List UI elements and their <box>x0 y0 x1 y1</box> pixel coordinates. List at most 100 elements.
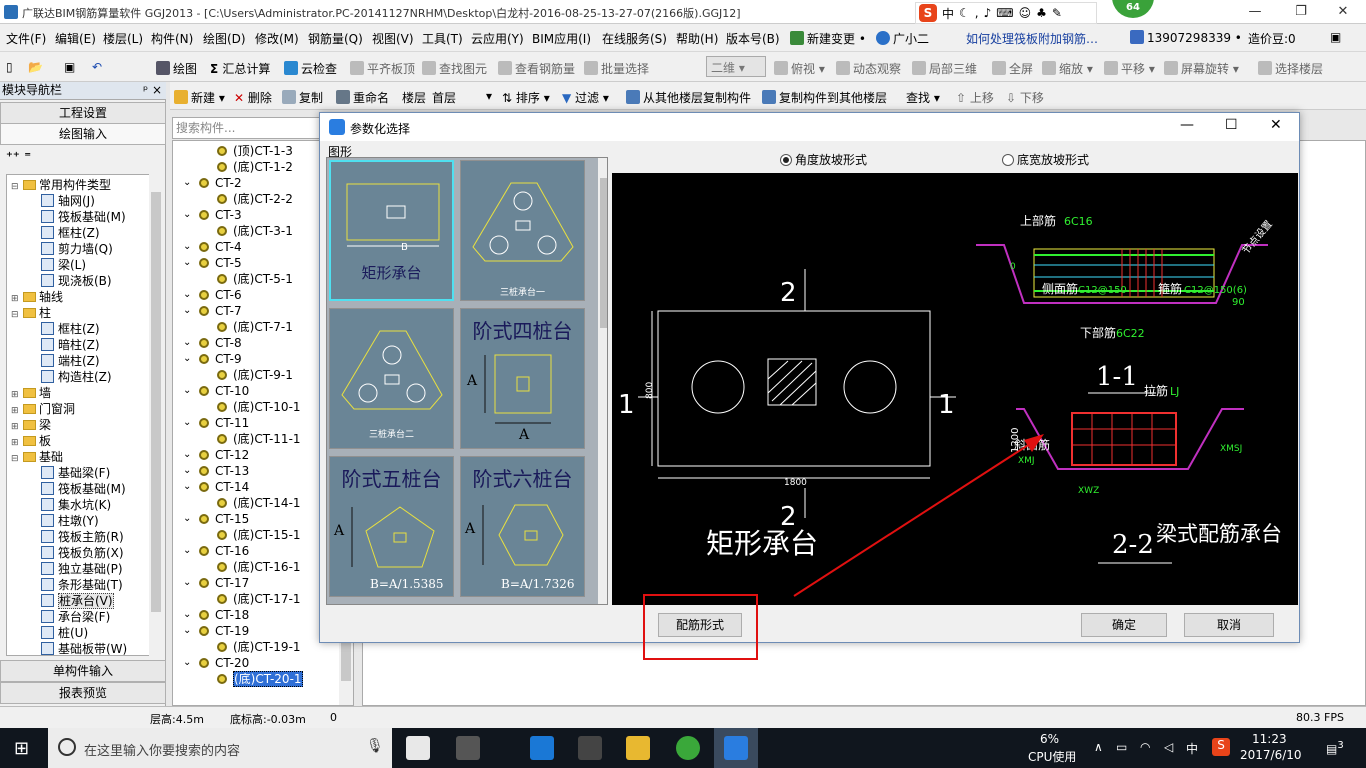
tree-item[interactable]: 筏板负筋(X) <box>41 545 124 561</box>
tree-item[interactable]: 暗柱(Z) <box>41 337 100 353</box>
rotate-button[interactable]: 屏幕旋转 ▾ <box>1164 60 1239 77</box>
zoom-button[interactable]: 缩放 ▾ <box>1042 60 1093 77</box>
menu-rebar[interactable]: 钢筋量(Q) <box>308 30 363 47</box>
keyboard-icon[interactable]: ⌨ <box>996 6 1013 20</box>
move-down-button[interactable]: ⇩ 下移 <box>1006 89 1044 106</box>
dialog-close-button[interactable]: ✕ <box>1270 117 1282 133</box>
collapse-chevron-icon[interactable]: ⌄ <box>183 575 191 591</box>
menu-view[interactable]: 视图(V) <box>372 30 414 47</box>
collapse-chevron-icon[interactable]: ⌄ <box>183 207 191 223</box>
volume-icon[interactable]: ◁ <box>1164 740 1173 754</box>
tree-item[interactable]: 框柱(Z) <box>41 321 100 337</box>
cloud-check-button[interactable]: 云检查 <box>284 60 337 77</box>
collapse-chevron-icon[interactable]: ⌄ <box>183 239 191 255</box>
close-button[interactable]: ✕ <box>1320 0 1366 24</box>
tree-folder[interactable]: ⊞ 墙 <box>11 385 51 401</box>
menu-tools[interactable]: 工具(T) <box>422 30 463 47</box>
minimize-button[interactable]: — <box>1232 0 1278 24</box>
view-mode-select[interactable]: 二维 ▾ <box>706 56 766 77</box>
component-list-item[interactable]: ⌄ CT-10 <box>183 383 249 399</box>
shape-card-four-pile[interactable]: 阶式四桩台 A A <box>460 308 585 449</box>
component-list-item[interactable]: ⌄ CT-2 <box>183 175 242 191</box>
tree-item[interactable]: 基础板带(W) <box>41 641 127 655</box>
component-list-item[interactable]: (底)CT-17-1 <box>217 591 301 607</box>
collapse-chevron-icon[interactable]: ⌄ <box>183 415 191 431</box>
flush-slab-button[interactable]: 平齐板顶 <box>350 60 415 77</box>
rename-button[interactable]: 重命名 <box>336 89 389 106</box>
menu-bim[interactable]: BIM应用(I) <box>532 30 591 47</box>
collapse-chevron-icon[interactable]: ⌄ <box>183 383 191 399</box>
floor-select[interactable]: 首层 ▾ <box>432 89 492 106</box>
comma-icon[interactable]: , <box>975 6 979 20</box>
component-list-item[interactable]: ⌄ CT-20 <box>183 655 249 671</box>
expand-collapse-icon[interactable]: ⁺⁺ ⁼ <box>6 150 31 165</box>
collapse-chevron-icon[interactable]: ⌄ <box>183 335 191 351</box>
collapse-chevron-icon[interactable]: ⌄ <box>183 543 191 559</box>
component-list-item[interactable]: ⌄ CT-3 <box>183 207 242 223</box>
component-list-item[interactable]: ⌄ CT-8 <box>183 335 242 351</box>
collapse-chevron-icon[interactable]: ⌄ <box>183 175 191 191</box>
tree-folder[interactable]: ⊞ 轴线 <box>11 289 63 305</box>
save-icon[interactable]: ▣ <box>64 60 75 74</box>
component-list-item[interactable]: (底)CT-9-1 <box>217 367 293 383</box>
copy-to-floor-button[interactable]: 复制构件到其他楼层 <box>762 89 887 106</box>
component-list-item[interactable]: ⌄ CT-4 <box>183 239 242 255</box>
collapse-chevron-icon[interactable]: ⌄ <box>183 447 191 463</box>
tree-item[interactable]: 条形基础(T) <box>41 577 123 593</box>
tree-item[interactable]: 轴网(J) <box>41 193 95 209</box>
edge-icon[interactable] <box>530 736 554 760</box>
store-icon[interactable] <box>578 736 602 760</box>
sort-button[interactable]: ⇅ 排序 ▾ <box>502 89 550 106</box>
menu-draw[interactable]: 绘图(D) <box>203 30 246 47</box>
component-list-item[interactable]: (底)CT-5-1 <box>217 271 293 287</box>
tree-item[interactable]: 框柱(Z) <box>41 225 100 241</box>
tree-toggle-icon[interactable]: ⊟ <box>11 307 20 323</box>
network-icon[interactable]: ▭ <box>1116 740 1127 754</box>
component-list-item[interactable]: (底)CT-2-2 <box>217 191 293 207</box>
tree-item[interactable]: 桩承台(V) <box>41 593 114 609</box>
tree-folder[interactable]: ⊞ 梁 <box>11 417 51 433</box>
collapse-chevron-icon[interactable]: ⌄ <box>183 479 191 495</box>
wrench-icon[interactable]: ✎ <box>1052 6 1062 20</box>
microphone-icon[interactable]: ♪ <box>984 6 992 20</box>
component-list-item[interactable]: ⌄ CT-13 <box>183 463 249 479</box>
gallery-scroll-thumb[interactable] <box>600 178 607 328</box>
delete-button[interactable]: ✕ 删除 <box>234 89 272 106</box>
project-settings-tab[interactable]: 工程设置 <box>0 102 166 124</box>
wifi-icon[interactable]: ◠ <box>1140 740 1150 754</box>
batch-select-button[interactable]: 批量选择 <box>584 60 649 77</box>
tree-item[interactable]: 集水坑(K) <box>41 497 111 513</box>
copy-button[interactable]: 复制 <box>282 89 323 106</box>
tree-item[interactable]: 筏板基础(M) <box>41 209 126 225</box>
sogou-tray-icon[interactable]: S <box>1212 738 1230 756</box>
menu-floor[interactable]: 楼层(L) <box>103 30 143 47</box>
menu-cloud[interactable]: 云应用(Y) <box>471 30 524 47</box>
draw-input-tab[interactable]: 绘图输入 <box>0 123 166 145</box>
component-list-item[interactable]: ⌄ CT-9 <box>183 351 242 367</box>
shape-card-three-pile-1[interactable]: 三桩承台一 <box>460 160 585 301</box>
nav-scroll-thumb[interactable] <box>151 192 161 612</box>
component-list-item[interactable]: (底)CT-14-1 <box>217 495 301 511</box>
collapse-chevron-icon[interactable]: ⌄ <box>183 463 191 479</box>
component-list-item[interactable]: ⌄ CT-5 <box>183 255 242 271</box>
draw-button[interactable]: 绘图 <box>156 60 197 77</box>
menu-version[interactable]: 版本号(B) <box>726 30 780 47</box>
component-list-item[interactable]: ⌄ CT-11 <box>183 415 249 431</box>
fullscreen-button[interactable]: 全屏 <box>992 60 1033 77</box>
report-preview-tab[interactable]: 报表预览 <box>0 682 166 704</box>
collapse-chevron-icon[interactable]: ⌄ <box>183 607 191 623</box>
tree-item[interactable]: 筏板基础(M) <box>41 481 126 497</box>
collapse-chevron-icon[interactable]: ⌄ <box>183 255 191 271</box>
component-list-item[interactable]: ⌄ CT-17 <box>183 575 249 591</box>
component-list-item[interactable]: (底)CT-10-1 <box>217 399 301 415</box>
menu-new-change[interactable]: 新建变更 • <box>790 30 866 47</box>
top-view-button[interactable]: 俯视 ▾ <box>774 60 825 77</box>
single-component-input-tab[interactable]: 单构件输入 <box>0 660 166 682</box>
menu-edit[interactable]: 编辑(E) <box>55 30 96 47</box>
local-3d-button[interactable]: 局部三维 <box>912 60 977 77</box>
maximize-button[interactable]: ❐ <box>1278 0 1324 24</box>
open-folder-icon[interactable]: 📂 <box>28 60 43 74</box>
collapse-chevron-icon[interactable]: ⌄ <box>183 655 191 671</box>
view-rebar-button[interactable]: 查看钢筋量 <box>498 60 575 77</box>
sum-button[interactable]: Σ 汇总计算 <box>210 60 270 77</box>
